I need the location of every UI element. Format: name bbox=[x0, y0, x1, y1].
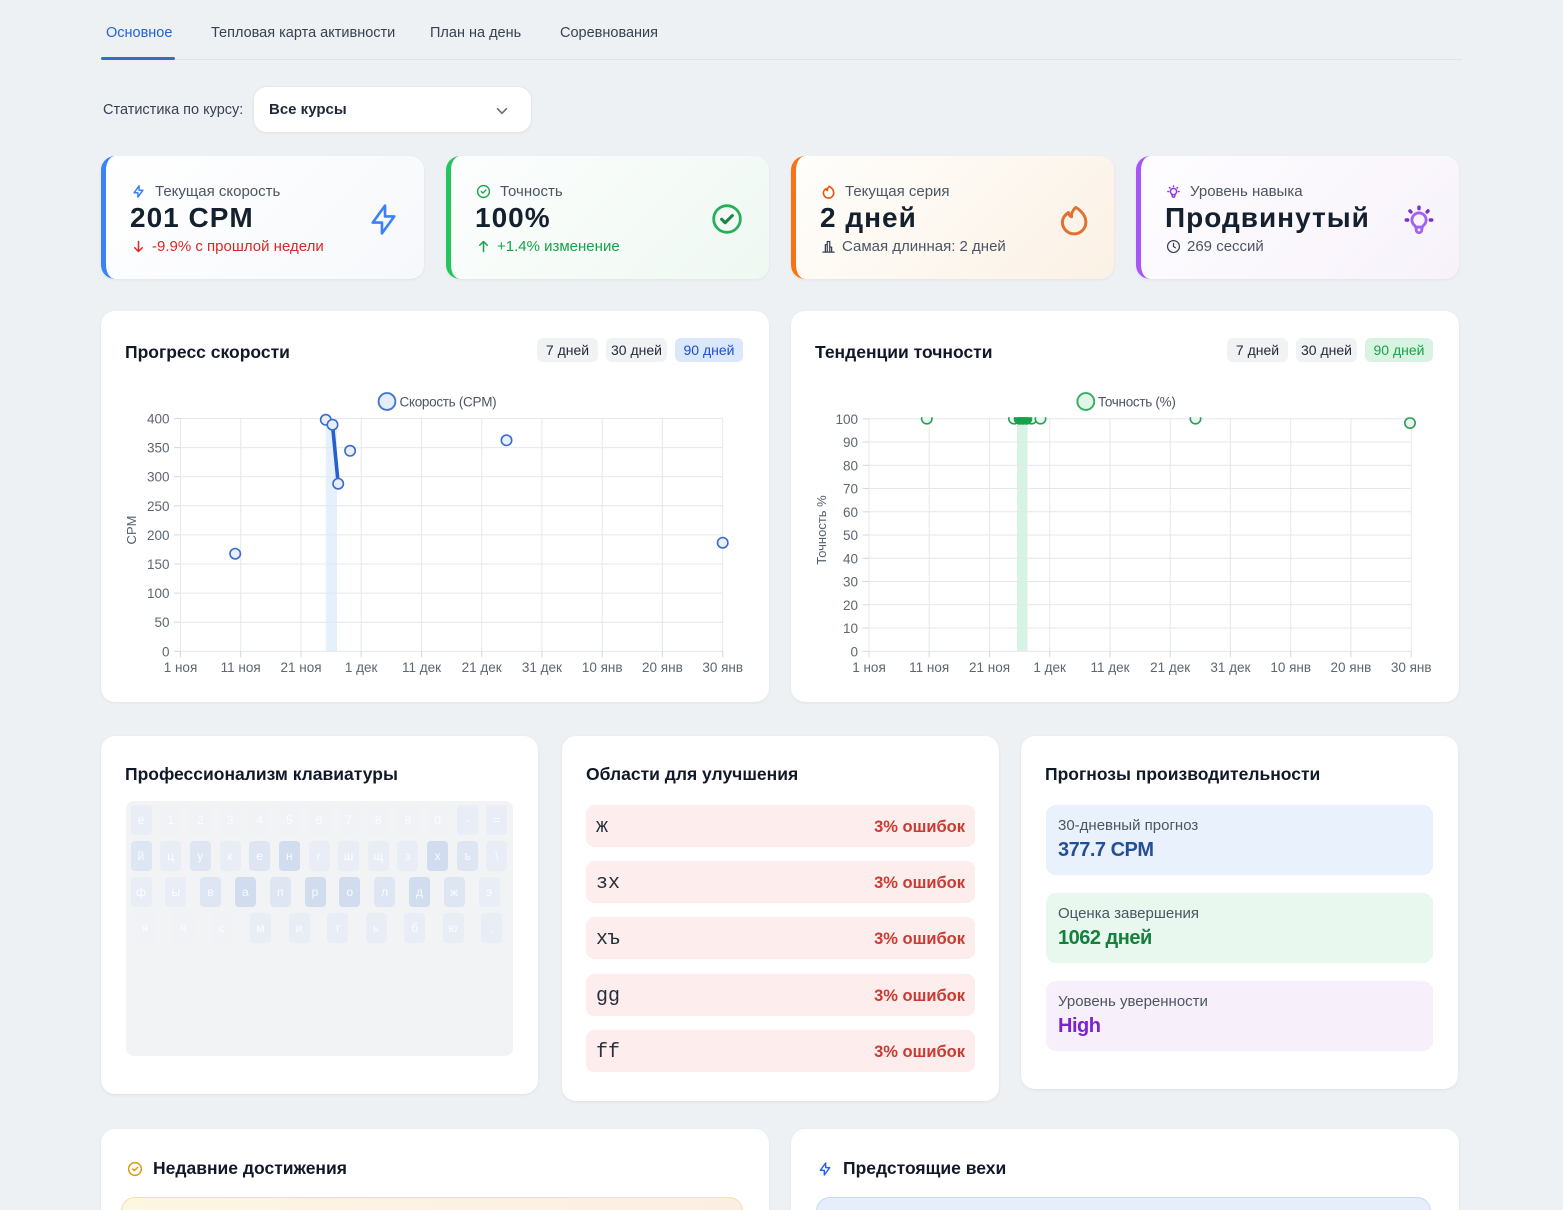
svg-text:20 янв: 20 янв bbox=[1331, 660, 1372, 675]
svg-text:50: 50 bbox=[843, 528, 858, 543]
svg-text:100: 100 bbox=[835, 412, 858, 427]
svg-text:Точность %: Точность % bbox=[815, 495, 829, 565]
svg-text:10 янв: 10 янв bbox=[582, 660, 623, 675]
svg-text:60: 60 bbox=[843, 505, 858, 520]
svg-text:Скорость (CPM): Скорость (CPM) bbox=[400, 395, 497, 410]
svg-text:70: 70 bbox=[843, 482, 858, 497]
svg-text:20 янв: 20 янв bbox=[642, 660, 683, 675]
svg-text:1 дек: 1 дек bbox=[345, 660, 378, 675]
svg-text:1 ноя: 1 ноя bbox=[852, 660, 886, 675]
svg-text:350: 350 bbox=[147, 441, 170, 456]
svg-text:300: 300 bbox=[147, 470, 170, 485]
svg-text:CPM: CPM bbox=[125, 516, 139, 545]
svg-text:40: 40 bbox=[843, 551, 858, 566]
svg-text:400: 400 bbox=[147, 412, 170, 427]
svg-text:21 дек: 21 дек bbox=[462, 660, 502, 675]
svg-text:10: 10 bbox=[843, 621, 858, 636]
svg-text:21 ноя: 21 ноя bbox=[280, 660, 321, 675]
svg-text:80: 80 bbox=[843, 458, 858, 473]
svg-text:21 дек: 21 дек bbox=[1150, 660, 1190, 675]
svg-text:1 ноя: 1 ноя bbox=[164, 660, 198, 675]
svg-text:0: 0 bbox=[850, 644, 858, 659]
svg-text:11 дек: 11 дек bbox=[402, 660, 441, 675]
svg-text:30 янв: 30 янв bbox=[1391, 660, 1432, 675]
svg-text:31 дек: 31 дек bbox=[522, 660, 562, 675]
svg-text:1 дек: 1 дек bbox=[1033, 660, 1066, 675]
svg-text:0: 0 bbox=[162, 644, 170, 659]
svg-text:90: 90 bbox=[843, 435, 858, 450]
svg-text:21 ноя: 21 ноя bbox=[969, 660, 1010, 675]
svg-text:31 дек: 31 дек bbox=[1210, 660, 1250, 675]
svg-text:11 дек: 11 дек bbox=[1090, 660, 1129, 675]
svg-text:Точность (%): Точность (%) bbox=[1098, 395, 1176, 410]
svg-text:50: 50 bbox=[154, 615, 169, 630]
svg-text:150: 150 bbox=[147, 557, 170, 572]
svg-text:11 ноя: 11 ноя bbox=[909, 660, 949, 675]
svg-text:100: 100 bbox=[147, 586, 170, 601]
svg-text:200: 200 bbox=[147, 528, 170, 543]
svg-text:11 ноя: 11 ноя bbox=[221, 660, 261, 675]
svg-text:30 янв: 30 янв bbox=[702, 660, 743, 675]
svg-text:10 янв: 10 янв bbox=[1270, 660, 1311, 675]
svg-text:250: 250 bbox=[147, 499, 170, 514]
svg-text:20: 20 bbox=[843, 598, 858, 613]
svg-text:30: 30 bbox=[843, 575, 858, 590]
